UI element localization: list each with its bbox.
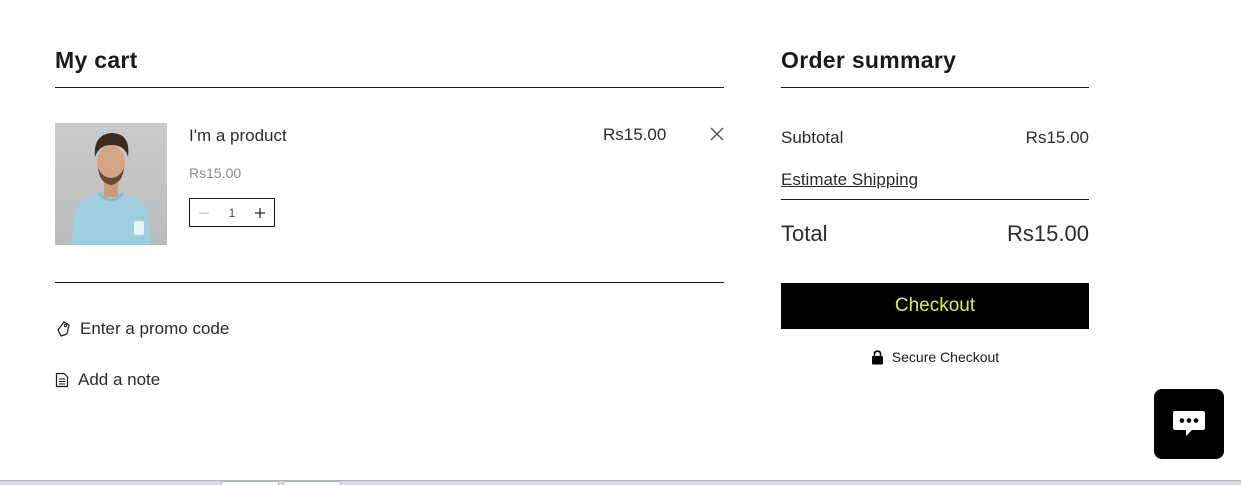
promo-code-label: Enter a promo code [80,319,230,338]
add-note-label: Add a note [78,370,161,389]
plus-icon[interactable] [252,205,268,221]
subtotal-value: Rs15.00 [1025,128,1089,147]
product-image[interactable] [55,123,167,245]
note-icon [55,372,69,388]
chat-icon [1173,411,1205,436]
divider [55,282,724,283]
product-unit-price: Rs15.00 [189,165,242,181]
bottom-tab[interactable] [283,481,341,485]
tag-icon [57,321,70,337]
estimate-shipping-link[interactable]: Estimate Shipping [781,170,918,190]
bottom-tab[interactable] [221,481,279,485]
close-icon[interactable] [709,126,725,142]
add-note-link[interactable]: Add a note [55,370,160,390]
line-total: Rs15.00 [603,125,667,144]
secure-checkout-label: Secure Checkout [891,349,1000,365]
quantity-input[interactable]: 1 [229,206,236,220]
cart-heading: My cart [55,47,138,73]
total-value: Rs15.00 [1007,221,1089,246]
cart-page: My cart I'm a product Rs15.00 1 Rs15.00 … [0,0,1241,485]
product-name[interactable]: I'm a product [189,126,287,146]
subtotal-label: Subtotal [781,128,844,147]
bottom-bar [0,480,1241,485]
quantity-stepper: 1 [189,198,275,227]
minus-icon[interactable] [196,205,212,221]
chat-button[interactable] [1154,389,1224,459]
summary-heading: Order summary [781,47,957,73]
divider [781,199,1089,200]
checkout-button[interactable]: Checkout [781,283,1089,329]
lock-icon [871,349,883,364]
promo-code-link[interactable]: Enter a promo code [55,319,229,339]
secure-checkout: Secure Checkout [781,349,1089,365]
divider [55,87,724,88]
total-label: Total [781,221,828,246]
divider [781,87,1089,88]
